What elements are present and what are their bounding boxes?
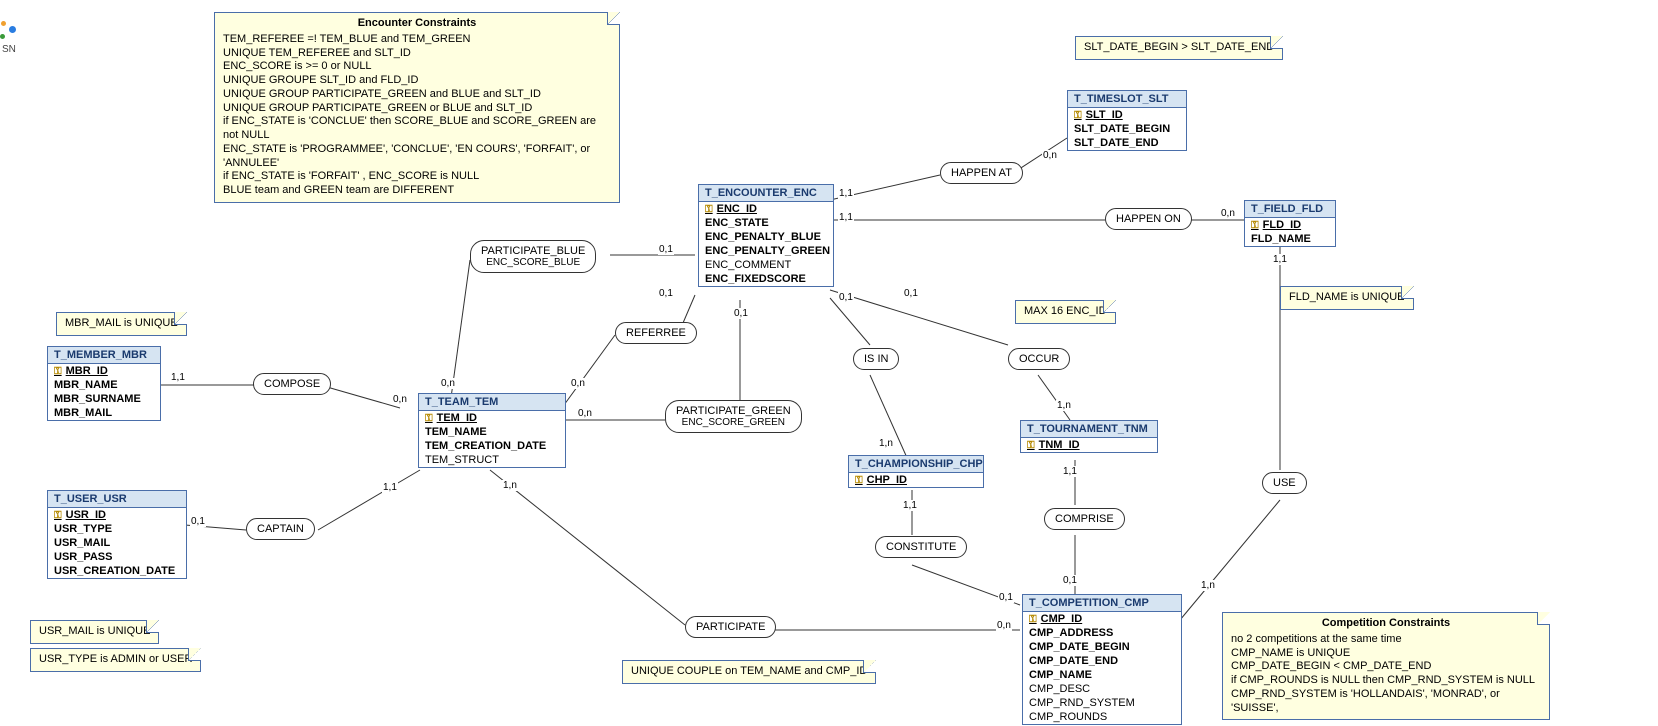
card: 0,1 bbox=[658, 244, 674, 255]
note-max16: MAX 16 ENC_ID bbox=[1015, 300, 1116, 324]
key-icon: ⚿ bbox=[1251, 220, 1259, 231]
rel-participate[interactable]: PARTICIPATE bbox=[685, 616, 776, 638]
card: 0,n bbox=[392, 394, 408, 405]
rel-happen-at[interactable]: HAPPEN AT bbox=[940, 162, 1023, 184]
card: 1,1 bbox=[838, 188, 854, 199]
card: 1,n bbox=[878, 438, 894, 449]
card: 1,1 bbox=[382, 482, 398, 493]
side-label: SN bbox=[2, 44, 16, 55]
key-icon: ⚿ bbox=[1074, 110, 1082, 121]
card: 0,1 bbox=[733, 308, 749, 319]
card: 0,1 bbox=[658, 288, 674, 299]
note-participate: UNIQUE COUPLE on TEM_NAME and CMP_ID bbox=[622, 660, 876, 684]
rel-participate-green[interactable]: PARTICIPATE_GREENENC_SCORE_GREEN bbox=[665, 400, 802, 433]
note-mbr: MBR_MAIL is UNIQUE bbox=[56, 312, 187, 336]
key-icon: ⚿ bbox=[54, 510, 62, 521]
card: 1,1 bbox=[170, 372, 186, 383]
rel-compose[interactable]: COMPOSE bbox=[253, 373, 331, 395]
card: 1,1 bbox=[902, 500, 918, 511]
key-icon: ⚿ bbox=[1027, 440, 1035, 451]
rel-happen-on[interactable]: HAPPEN ON bbox=[1105, 208, 1192, 230]
key-icon: ⚿ bbox=[705, 204, 713, 215]
rel-participate-blue[interactable]: PARTICIPATE_BLUEENC_SCORE_BLUE bbox=[470, 240, 596, 273]
card: 0,1 bbox=[838, 292, 854, 303]
rel-occur[interactable]: OCCUR bbox=[1008, 348, 1070, 370]
note-usr1: USR_MAIL is UNIQUE bbox=[30, 620, 159, 644]
rel-captain[interactable]: CAPTAIN bbox=[246, 518, 315, 540]
entity-field[interactable]: T_FIELD_FLD ⚿FLD_ID FLD_NAME bbox=[1244, 200, 1336, 247]
card: 0,n bbox=[996, 620, 1012, 631]
key-icon: ⚿ bbox=[54, 366, 62, 377]
card: 0,1 bbox=[1062, 575, 1078, 586]
card: 1,n bbox=[1200, 580, 1216, 591]
card: 1,1 bbox=[1272, 254, 1288, 265]
entity-user[interactable]: T_USER_USR ⚿USR_ID USR_TYPE USR_MAIL USR… bbox=[47, 490, 187, 579]
card: 1,n bbox=[502, 480, 518, 491]
entity-competition[interactable]: T_COMPETITION_CMP ⚿CMP_ID CMP_ADDRESS CM… bbox=[1022, 594, 1182, 725]
rel-use[interactable]: USE bbox=[1262, 472, 1307, 494]
card: 1,1 bbox=[838, 212, 854, 223]
note-encounter-constraints: Encounter Constraints TEM_REFEREE =! TEM… bbox=[214, 12, 620, 203]
note-usr2: USR_TYPE is ADMIN or USER bbox=[30, 648, 201, 672]
entity-team[interactable]: T_TEAM_TEM ⚿TEM_ID TEM_NAME TEM_CREATION… bbox=[418, 393, 566, 468]
card: 0,1 bbox=[903, 288, 919, 299]
entity-member[interactable]: T_MEMBER_MBR ⚿MBR_ID MBR_NAME MBR_SURNAM… bbox=[47, 346, 161, 421]
rel-referree[interactable]: REFERREE bbox=[615, 322, 697, 344]
card: 0,n bbox=[1220, 208, 1236, 219]
entity-encounter[interactable]: T_ENCOUNTER_ENC ⚿ENC_ID ENC_STATE ENC_PE… bbox=[698, 184, 834, 287]
key-icon: ⚿ bbox=[855, 475, 863, 486]
card: 1,n bbox=[1056, 400, 1072, 411]
entity-timeslot[interactable]: T_TIMESLOT_SLT ⚿SLT_ID SLT_DATE_BEGIN SL… bbox=[1067, 90, 1187, 151]
card: 0,1 bbox=[190, 516, 206, 527]
rel-comprise[interactable]: COMPRISE bbox=[1044, 508, 1125, 530]
card: 1,1 bbox=[1062, 466, 1078, 477]
erd-canvas: SN Encounter Constraints TEM_REFEREE =! … bbox=[0, 0, 1658, 726]
note-competition-constraints: Competition Constraints no 2 competition… bbox=[1222, 612, 1550, 720]
entity-championship[interactable]: T_CHAMPIONSHIP_CHP ⚿CHP_ID bbox=[848, 455, 984, 488]
key-icon: ⚿ bbox=[1029, 614, 1037, 625]
note-slt: SLT_DATE_BEGIN > SLT_DATE_END bbox=[1075, 36, 1283, 60]
note-fld: FLD_NAME is UNIQUE bbox=[1280, 286, 1414, 310]
card: 0,n bbox=[1042, 150, 1058, 161]
card: 0,1 bbox=[998, 592, 1014, 603]
entity-tournament[interactable]: T_TOURNAMENT_TNM ⚿TNM_ID bbox=[1020, 420, 1158, 453]
rel-constitute[interactable]: CONSTITUTE bbox=[875, 536, 967, 558]
app-logo-icon bbox=[0, 18, 23, 46]
card: 0,n bbox=[440, 378, 456, 389]
key-icon: ⚿ bbox=[425, 413, 433, 424]
rel-is-in[interactable]: IS IN bbox=[853, 348, 899, 370]
card: 0,n bbox=[577, 408, 593, 419]
card: 0,n bbox=[570, 378, 586, 389]
